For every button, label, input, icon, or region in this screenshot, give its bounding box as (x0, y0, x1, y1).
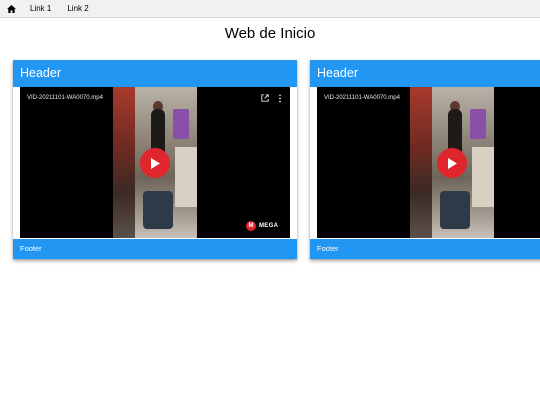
mega-label: MEGA (259, 223, 279, 229)
mega-brand: M MEGA (246, 221, 278, 231)
nav-link-1[interactable]: Link 1 (22, 0, 59, 18)
top-navbar: Link 1 Link 2 (0, 0, 540, 18)
play-icon (448, 157, 457, 169)
card-footer: Footer (310, 239, 540, 259)
play-button[interactable] (437, 148, 467, 178)
card-header: Header (13, 60, 297, 87)
more-options-button[interactable] (275, 93, 285, 103)
play-button[interactable] (140, 148, 170, 178)
video-filename: VID-20211101-WA0070.mp4 (27, 95, 103, 101)
video-player[interactable]: VID-20211101-WA0070.mp4 M MEGA (20, 87, 290, 238)
external-link-icon (261, 94, 269, 102)
card-header: Header (310, 60, 540, 87)
card-footer: Footer (13, 239, 297, 259)
nav-link-2[interactable]: Link 2 (59, 0, 96, 18)
more-vertical-icon (279, 93, 281, 103)
video-filename: VID-20211101-WA0070.mp4 (324, 95, 400, 101)
open-external-button[interactable] (260, 93, 270, 103)
video-player[interactable]: VID-20211101-WA0070.mp4 (317, 87, 540, 238)
home-icon (6, 4, 16, 13)
home-link[interactable] (0, 0, 22, 18)
page-title: Web de Inicio (224, 25, 316, 42)
video-card-1: Header VID-20211101-WA0070.mp4 M MEGA Fo… (13, 60, 297, 259)
mega-logo-icon: M (246, 221, 256, 231)
play-icon (151, 157, 160, 169)
video-card-2: Header VID-20211101-WA0070.mp4 Footer (310, 60, 540, 259)
